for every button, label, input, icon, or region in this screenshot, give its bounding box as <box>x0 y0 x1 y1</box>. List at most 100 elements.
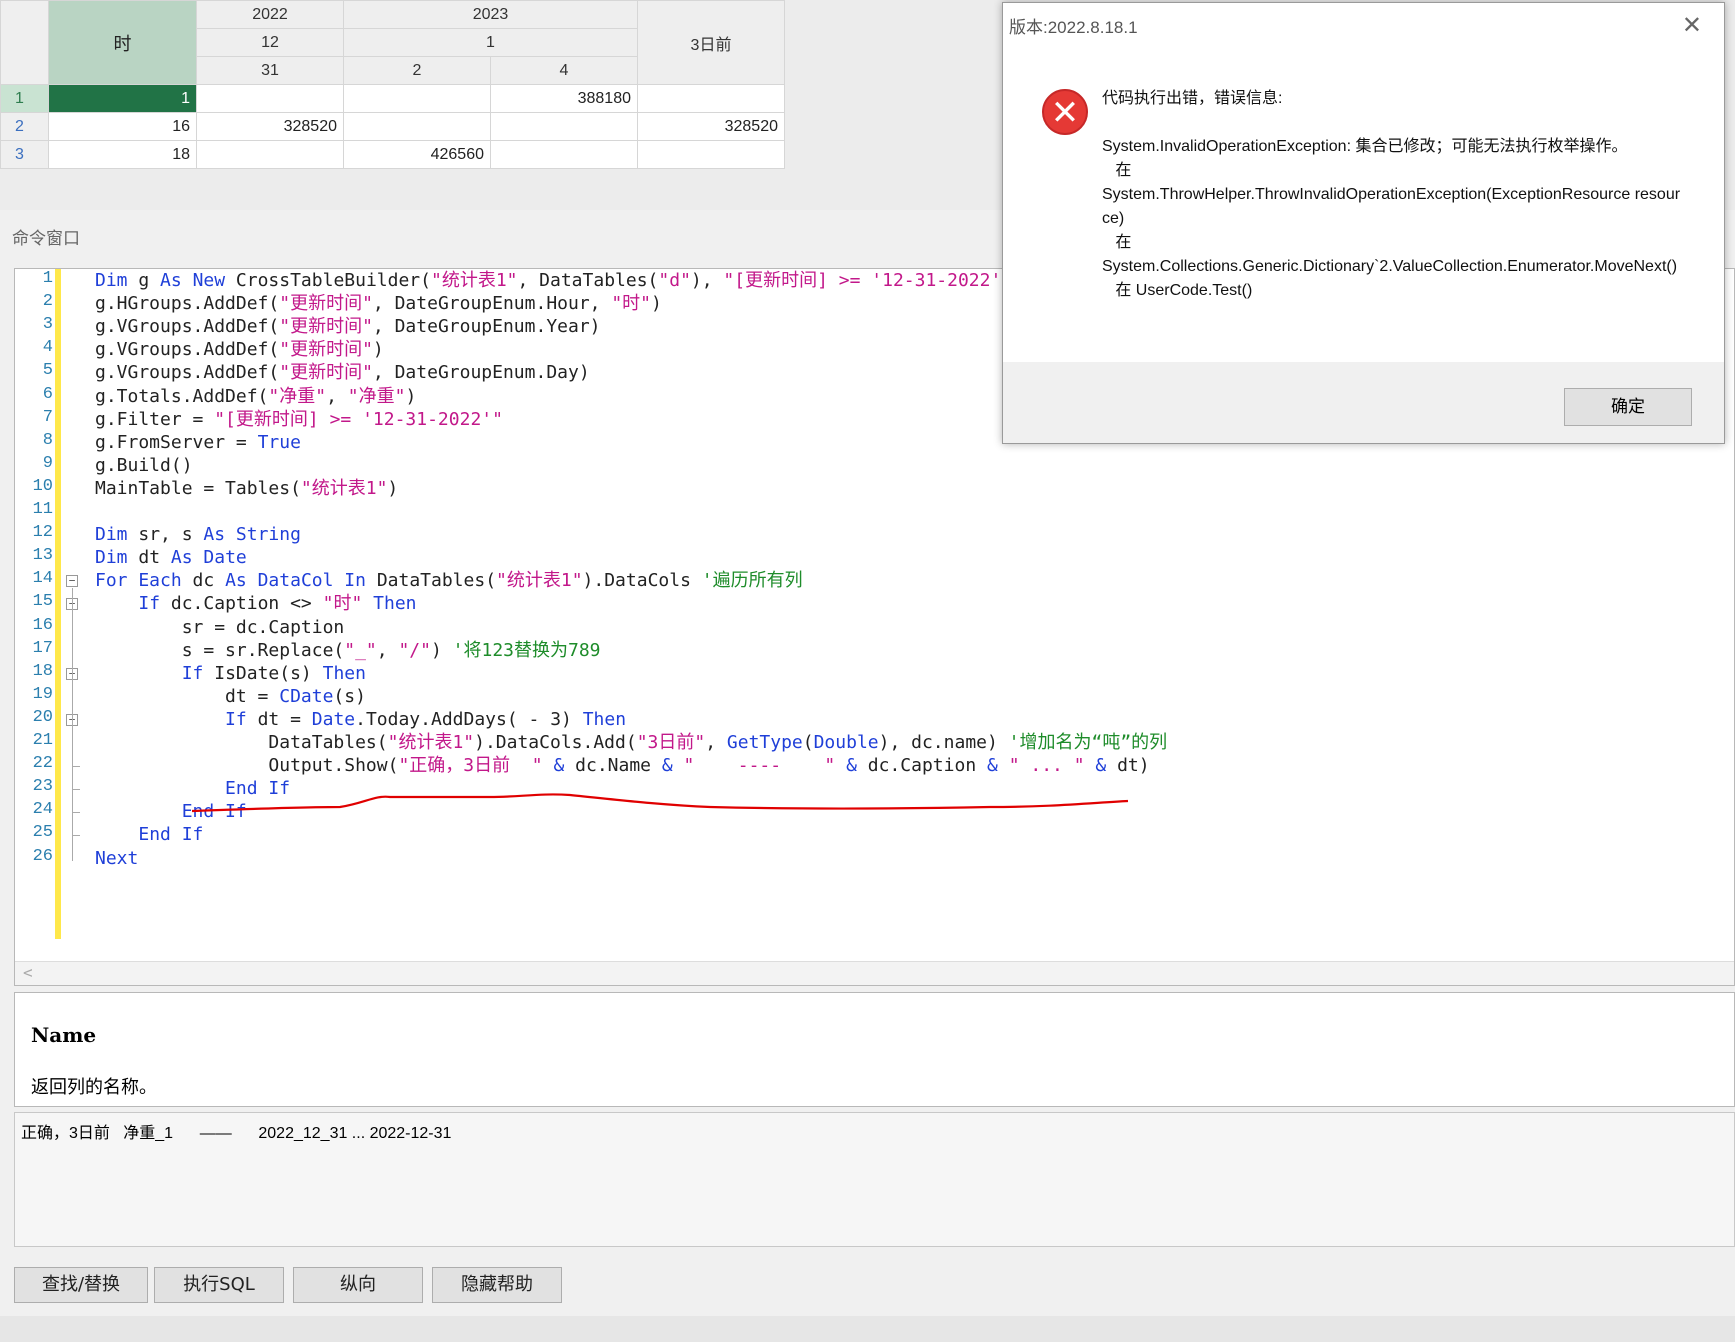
header-year-2022[interactable]: 2022 <box>196 0 344 29</box>
vertical-button[interactable]: 纵向 <box>293 1267 423 1303</box>
row-number[interactable]: 2 <box>0 112 49 141</box>
grid-cell[interactable] <box>343 84 491 113</box>
code-line[interactable]: If IsDate(s) Then <box>95 661 366 686</box>
row-number[interactable]: 3 <box>0 140 49 169</box>
code-token: & <box>846 755 857 777</box>
table-row: 1 1 388180 <box>0 84 785 113</box>
close-icon[interactable]: ✕ <box>1682 11 1702 39</box>
code-line[interactable]: If dc.Caption <> "时" Then <box>95 591 417 616</box>
code-line[interactable]: g.VGroups.AddDef("更新时间") <box>95 337 384 362</box>
code-token: DataTables( <box>95 732 388 753</box>
row-number[interactable]: 1 <box>0 84 49 113</box>
code-token: ) <box>430 639 453 661</box>
header-hour[interactable]: 时 <box>48 0 197 85</box>
fold-toggle-icon[interactable]: − <box>66 575 78 588</box>
fold-end-marker <box>72 766 80 768</box>
code-line[interactable]: g.HGroups.AddDef("更新时间", DateGroupEnum.H… <box>95 291 662 316</box>
code-token: & <box>987 755 998 777</box>
code-token: '将123替换为789 <box>452 639 601 661</box>
code-token: s = sr.Replace( <box>95 639 345 661</box>
ok-button[interactable]: 确定 <box>1564 388 1692 426</box>
code-token: " ... " <box>1008 755 1085 777</box>
code-line[interactable]: g.FromServer = True <box>95 430 301 455</box>
grid-cell[interactable]: 388180 <box>490 84 638 113</box>
find-replace-button[interactable]: 查找/替换 <box>14 1267 148 1303</box>
code-token: '增加名为“吨”的列 <box>1008 732 1168 753</box>
code-line[interactable]: g.Filter = "[更新时间] >= '12-31-2022'" <box>95 407 503 432</box>
code-token: Dim <box>95 524 128 546</box>
code-token: ) <box>372 339 384 361</box>
code-token: g.Build() <box>95 454 193 476</box>
code-token: Date <box>311 708 356 730</box>
code-line[interactable]: DataTables("统计表1").DataCols.Add("3日前", G… <box>95 730 1167 755</box>
grid-cell[interactable] <box>196 84 344 113</box>
header-year-2023[interactable]: 2023 <box>343 0 638 29</box>
code-token: & <box>553 755 565 777</box>
code-line[interactable]: g.Build() <box>95 453 193 478</box>
line-number: 22 <box>32 754 53 774</box>
grid-cell[interactable]: 1 <box>48 84 197 113</box>
line-number: 11 <box>32 500 53 519</box>
header-month-1[interactable]: 1 <box>343 28 638 57</box>
grid-cell[interactable] <box>637 140 785 169</box>
code-line[interactable]: End If <box>95 822 203 847</box>
code-line[interactable]: Dim g As New CrossTableBuilder("统计表1", D… <box>95 268 1023 293</box>
code-token: , <box>705 732 727 753</box>
line-number: 9 <box>42 453 53 473</box>
code-line[interactable]: Output.Show("正确，3日前 " & dc.Name & " ----… <box>95 753 1150 778</box>
code-token: CrossTableBuilder( <box>225 270 431 291</box>
output-pane[interactable]: 正确，3日前 净重_1 —— 2022_12_31 ... 2022-12-31 <box>14 1112 1735 1247</box>
code-line[interactable]: If dt = Date.Today.AddDays( - 3) Then <box>95 707 626 732</box>
grid-cell[interactable] <box>343 112 491 141</box>
header-month-12[interactable]: 12 <box>196 28 344 57</box>
header-day-4[interactable]: 4 <box>490 56 638 85</box>
code-line[interactable]: Dim sr, s As String <box>95 522 301 547</box>
line-number: 23 <box>32 777 53 797</box>
code-line[interactable]: Dim dt As Date <box>95 545 247 570</box>
exec-sql-button[interactable]: 执行SQL <box>154 1267 284 1303</box>
code-token: g.VGroups.AddDef( <box>95 362 280 384</box>
code-line[interactable]: Next <box>95 846 138 871</box>
hide-help-button[interactable]: 隐藏帮助 <box>432 1267 562 1303</box>
change-marker-bar <box>55 269 61 939</box>
grid-cell[interactable] <box>196 140 344 169</box>
code-token: Then <box>373 593 417 615</box>
line-number: 24 <box>32 800 53 820</box>
code-token: As <box>160 270 182 291</box>
code-line[interactable]: g.VGroups.AddDef("更新时间", DateGroupEnum.D… <box>95 360 590 385</box>
code-token: As <box>225 570 247 592</box>
scroll-left-icon[interactable]: < <box>23 963 33 982</box>
grid-cell[interactable]: 16 <box>48 112 197 141</box>
header-three-days-ago[interactable]: 3日前 <box>637 0 785 85</box>
code-line[interactable]: sr = dc.Caption <box>95 615 345 640</box>
grid-cell[interactable]: 426560 <box>343 140 491 169</box>
grid-cell[interactable] <box>490 140 638 169</box>
grid-cell[interactable]: 328520 <box>637 112 785 141</box>
code-line[interactable]: s = sr.Replace("_", "/") '将123替换为789 <box>95 638 601 663</box>
code-line[interactable]: MainTable = Tables("统计表1") <box>95 476 398 501</box>
grid-cell[interactable] <box>490 112 638 141</box>
code-token: dt <box>127 547 171 569</box>
code-line[interactable]: g.Totals.AddDef("净重", "净重") <box>95 384 416 409</box>
code-line[interactable]: g.VGroups.AddDef("更新时间", DateGroupEnum.Y… <box>95 314 601 339</box>
header-day-31[interactable]: 31 <box>196 56 344 85</box>
code-line[interactable]: For Each dc As DataCol In DataTables("统计… <box>95 568 803 593</box>
code-token: "统计表1" <box>387 732 475 753</box>
command-window-title: 命令窗口 <box>12 229 80 248</box>
header-day-2[interactable]: 2 <box>343 56 491 85</box>
code-line[interactable]: dt = CDate(s) <box>95 684 366 709</box>
horizontal-scrollbar[interactable]: < <box>15 961 1734 985</box>
cross-table-grid: 时 2022 2023 3日前 12 1 31 2 4 1 1 388180 2… <box>0 0 785 169</box>
grid-cell[interactable]: 18 <box>48 140 197 169</box>
code-token: "正确，3日前 " <box>398 755 543 777</box>
grid-cell[interactable]: 328520 <box>196 112 344 141</box>
code-token: dt) <box>1106 755 1150 777</box>
code-token: ).DataCols <box>582 570 702 592</box>
code-token: ( <box>802 732 814 753</box>
code-token: DataTables( <box>365 570 497 592</box>
code-token: sr = dc.Caption <box>95 616 345 638</box>
line-number: 21 <box>32 731 53 750</box>
grid-cell[interactable] <box>637 84 785 113</box>
